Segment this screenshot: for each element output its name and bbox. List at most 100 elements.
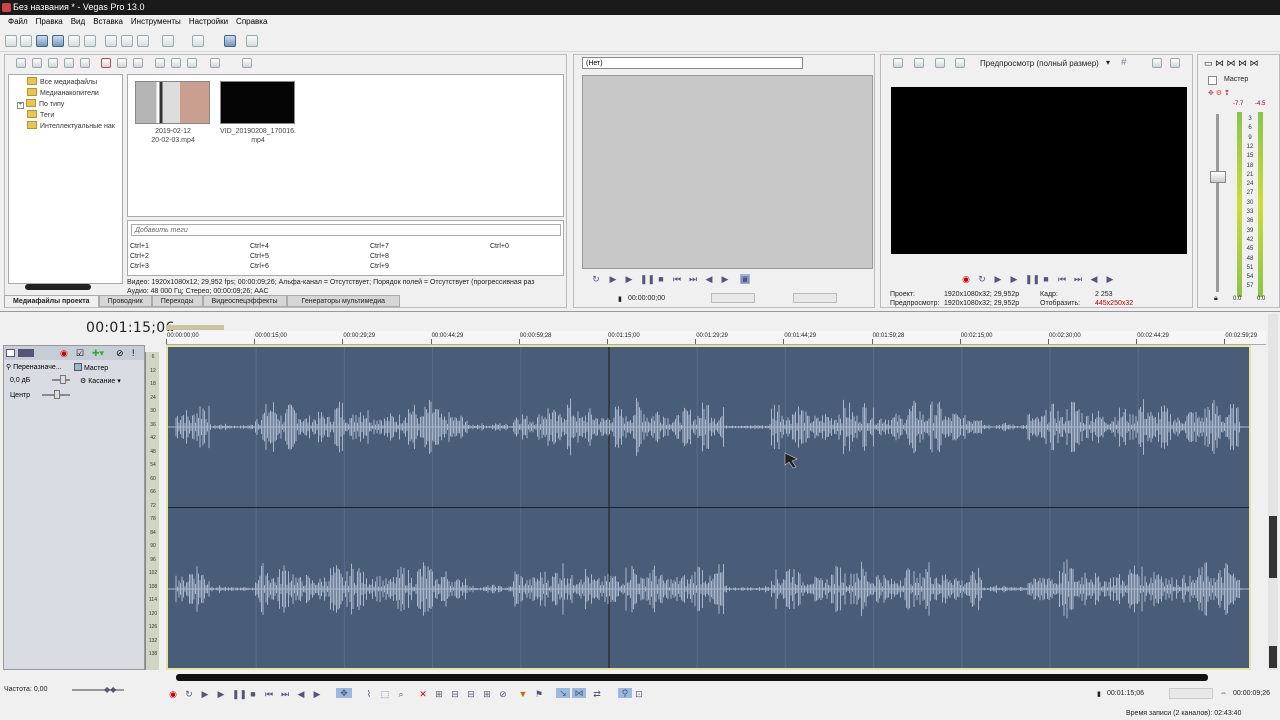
auto-crossfade-icon[interactable]: ⋈	[572, 688, 586, 698]
region-icon[interactable]: ⚑	[534, 689, 544, 699]
save-snapshot-icon[interactable]	[1170, 58, 1180, 68]
time-ruler[interactable]: 00:00:00;00 00:00:15;00 00:00:29;29 00:00:4…	[166, 331, 1266, 345]
trimmer-out-marker[interactable]	[793, 293, 837, 303]
properties-icon[interactable]	[84, 35, 96, 47]
normal-edit-tool-icon[interactable]: ✥	[336, 688, 352, 698]
trim-icon[interactable]: ⊞	[434, 689, 444, 699]
delete-icon[interactable]: ✕	[418, 689, 428, 699]
loop-icon[interactable]: ↻	[977, 274, 987, 284]
menu-edit[interactable]: Правка	[32, 15, 67, 29]
selection-tool-icon[interactable]: ⬚	[380, 689, 390, 699]
search-icon[interactable]	[242, 58, 252, 68]
scrollbar-thumb[interactable]	[1269, 516, 1277, 578]
play-from-start-icon[interactable]: ▶	[200, 689, 210, 699]
cut-icon[interactable]	[105, 35, 117, 47]
expand-icon[interactable]: +	[17, 102, 24, 109]
record-icon[interactable]: ◉	[961, 274, 971, 284]
pause-icon[interactable]: ❚❚	[640, 274, 655, 284]
import-icon[interactable]	[16, 58, 26, 68]
stop-icon[interactable]: ■	[248, 689, 258, 699]
loop-region[interactable]	[166, 325, 224, 330]
zoom-tool-icon[interactable]: ⌕	[396, 689, 406, 699]
tag-shortcut[interactable]: Ctrl+1	[130, 243, 149, 250]
menu-view[interactable]: Вид	[67, 15, 89, 29]
get-media-icon[interactable]	[48, 58, 58, 68]
stop-media-icon[interactable]	[171, 58, 181, 68]
chevron-down-icon[interactable]: ▾	[1106, 58, 1110, 67]
prev-frame-icon[interactable]: ◀	[1089, 274, 1099, 284]
save-as-icon[interactable]	[52, 35, 64, 47]
overlays-icon[interactable]: #	[1121, 57, 1127, 68]
tree-scrollbar[interactable]	[25, 284, 91, 290]
tag-shortcut[interactable]: Ctrl+4	[250, 243, 269, 250]
paste-icon[interactable]	[137, 35, 149, 47]
marker-icon[interactable]: ▼	[518, 689, 528, 699]
split-screen-icon[interactable]	[955, 58, 965, 68]
media-thumb-1[interactable]	[135, 81, 210, 124]
render-icon[interactable]	[68, 35, 80, 47]
arm-record-icon[interactable]: ◉	[60, 348, 68, 359]
volume-slider-thumb[interactable]	[60, 375, 66, 384]
tree-item-by-type[interactable]: + По типу	[17, 99, 64, 110]
ripple-icon[interactable]: ⇄	[592, 689, 602, 699]
master-fader[interactable]	[1210, 171, 1226, 183]
views-icon[interactable]	[210, 58, 220, 68]
master-toolbar-icons[interactable]: ▭ ⋈ ⋈ ⋈ ⋈	[1204, 58, 1259, 69]
tab-explorer[interactable]: Проводник	[98, 295, 152, 307]
tag-shortcut[interactable]: Ctrl+6	[250, 263, 269, 270]
media-props-icon[interactable]	[133, 58, 143, 68]
tag-shortcut[interactable]: Ctrl+3	[130, 263, 149, 270]
tag-shortcut[interactable]: Ctrl+8	[370, 253, 389, 260]
envelope-tool-icon[interactable]: ⌇	[364, 689, 374, 699]
auto-preview-icon[interactable]	[187, 58, 197, 68]
go-end-icon[interactable]: ⏭	[688, 274, 698, 284]
external-monitor-icon[interactable]	[914, 58, 924, 68]
go-end-icon[interactable]: ⏭	[280, 689, 290, 699]
automation-mode[interactable]: ⚙ Касание ▾	[80, 377, 121, 385]
search-media-icon[interactable]	[80, 58, 90, 68]
go-start-icon[interactable]: ⏮	[1057, 274, 1067, 284]
play-from-start-icon[interactable]: ▶	[608, 274, 618, 284]
go-end-icon[interactable]: ⏭	[1073, 274, 1083, 284]
play-media-icon[interactable]	[155, 58, 165, 68]
timeline-vertical-scrollbar[interactable]	[1268, 314, 1278, 670]
prev-frame-icon[interactable]: ◀	[296, 689, 306, 699]
play-icon[interactable]: ▶	[624, 274, 634, 284]
save-icon[interactable]	[36, 35, 48, 47]
tab-video-fx[interactable]: Видеоспецэффекты	[202, 295, 287, 307]
loop-icon[interactable]: ↻	[184, 689, 194, 699]
timeline-scrollbar[interactable]	[176, 674, 1208, 681]
pause-icon[interactable]: ❚❚	[232, 689, 247, 699]
menu-tools[interactable]: Инструменты	[127, 15, 185, 29]
master-fx-icon[interactable]: ✥ ⚙ ❢	[1208, 89, 1230, 97]
new-icon[interactable]	[5, 35, 17, 47]
automation-icon[interactable]: ☑	[76, 348, 84, 359]
ignore-grouping-icon[interactable]: ⊡	[634, 689, 644, 699]
menu-file[interactable]: Файл	[4, 15, 32, 29]
copy-icon[interactable]	[121, 35, 133, 47]
tab-transitions[interactable]: Переходы	[151, 295, 203, 307]
go-start-icon[interactable]: ⏮	[672, 274, 682, 284]
loop-icon[interactable]: ↻	[591, 274, 601, 284]
preview-quality[interactable]: Предпросмотр (полный размер)	[980, 59, 1099, 68]
tab-media-generators[interactable]: Генераторы мультимедиа	[286, 295, 401, 307]
trim-icon[interactable]	[224, 35, 236, 47]
selection-length[interactable]: 00:00:09;26	[1233, 690, 1270, 697]
undo-icon[interactable]	[162, 35, 174, 47]
tag-shortcut[interactable]: Ctrl+5	[250, 253, 269, 260]
copy-snapshot-icon[interactable]	[1152, 58, 1162, 68]
audio-track[interactable]	[166, 345, 1251, 670]
menu-options[interactable]: Настройки	[185, 15, 232, 29]
remove-icon[interactable]	[101, 58, 111, 68]
tab-project-media[interactable]: Медиафайлы проекта	[4, 295, 99, 307]
play-from-start-icon[interactable]: ▶	[993, 274, 1003, 284]
trim-end-icon[interactable]: ⊟	[466, 689, 476, 699]
bypass-fx-icon[interactable]	[935, 58, 945, 68]
next-frame-icon[interactable]: ▶	[1105, 274, 1115, 284]
media-thumb-2[interactable]	[220, 81, 295, 124]
media-fx-icon[interactable]	[117, 58, 127, 68]
snap-icon[interactable]: ↘	[556, 688, 570, 698]
play-icon[interactable]: ▶	[1009, 274, 1019, 284]
help-icon[interactable]	[246, 35, 258, 47]
lock-envelopes-icon[interactable]: ⚲	[618, 688, 632, 698]
